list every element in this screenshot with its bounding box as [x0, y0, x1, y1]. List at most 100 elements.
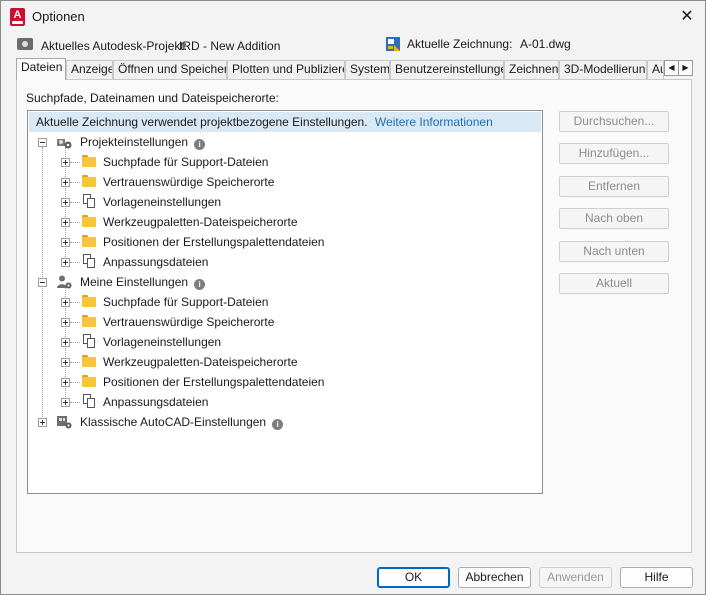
autocad-app-icon: A: [10, 8, 25, 26]
tree-node-label: Anpassungsdateien: [103, 395, 209, 409]
add-button[interactable]: Hinzufügen...: [559, 143, 669, 164]
tree-node-g2-customization-files[interactable]: Anpassungsdateien: [28, 392, 528, 412]
tree-header-notice: Aktuelle Zeichnung verwendet projektbezo…: [29, 112, 541, 132]
tab-plotten-publizieren[interactable]: Plotten und Publizieren: [227, 60, 345, 79]
tab-zeichnen[interactable]: Zeichnen: [504, 60, 559, 79]
info-icon[interactable]: i: [194, 279, 206, 290]
drawing-value: A-01.dwg: [520, 37, 571, 51]
tree-node-g1-customization-files[interactable]: Anpassungsdateien: [28, 252, 528, 272]
pages-icon: [83, 394, 96, 409]
tab-scroll-left-button[interactable]: ◀: [664, 60, 679, 76]
tree-node-label: Vorlageneinstellungen: [103, 335, 222, 349]
info-icon[interactable]: i: [194, 139, 206, 150]
pages-icon: [83, 334, 96, 349]
tree-node-g2-tool-palettes[interactable]: Werkzeugpaletten-Dateispeicherorte: [28, 352, 528, 372]
tree-node-label: Positionen der Erstellungspalettendateie…: [103, 375, 325, 389]
move-up-button[interactable]: Nach oben: [559, 208, 669, 229]
options-dialog: A Optionen ✕ Aktuelles Autodesk-Projekt:…: [0, 0, 706, 595]
move-down-button[interactable]: Nach unten: [559, 241, 669, 262]
tree-node-g2-trusted-locations[interactable]: Vertrauenswürdige Speicherorte: [28, 312, 528, 332]
ok-button[interactable]: OK: [377, 567, 450, 588]
tree-node-label: Suchpfade für Support-Dateien: [103, 295, 269, 309]
collapse-toggle[interactable]: [38, 138, 47, 147]
folder-icon: [82, 215, 96, 227]
browse-button[interactable]: Durchsuchen...: [559, 111, 669, 132]
tab-oeffnen-speichern[interactable]: Öffnen und Speichern: [113, 60, 227, 79]
tree-node-label: Klassische AutoCAD-Einstellungen: [80, 415, 267, 429]
tab-scroll-right-button[interactable]: ▶: [678, 60, 693, 76]
tree-node-label: Werkzeugpaletten-Dateispeicherorte: [103, 355, 298, 369]
tree-node-projekteinstellungen[interactable]: Projekteinstellungen i: [28, 132, 528, 152]
tree-line: [70, 302, 80, 303]
folder-icon: [82, 295, 96, 307]
close-button[interactable]: ✕: [675, 5, 699, 29]
tree-node-g1-tool-palettes[interactable]: Werkzeugpaletten-Dateispeicherorte: [28, 212, 528, 232]
window-title: Optionen: [32, 9, 85, 24]
expand-toggle[interactable]: [38, 418, 47, 427]
tree-node-label: Vertrauenswürdige Speicherorte: [103, 175, 275, 189]
tree-node-g1-support-paths[interactable]: Suchpfade für Support-Dateien: [28, 152, 528, 172]
apply-button[interactable]: Anwenden: [539, 567, 612, 588]
expand-toggle[interactable]: [61, 258, 70, 267]
project-value: IRD - New Addition: [179, 39, 281, 53]
expand-toggle[interactable]: [61, 358, 70, 367]
drawing-file-icon: [386, 37, 400, 51]
expand-toggle[interactable]: [61, 298, 70, 307]
folder-icon: [82, 235, 96, 247]
cancel-button[interactable]: Abbrechen: [458, 567, 531, 588]
more-info-link[interactable]: Weitere Informationen: [375, 115, 493, 129]
tree-node-meine-einstellungen[interactable]: Meine Einstellungen i: [28, 272, 528, 292]
set-current-button[interactable]: Aktuell: [559, 273, 669, 294]
tab-3d-modellierung[interactable]: 3D-Modellierung: [559, 60, 647, 79]
tree-node-label: Suchpfade für Support-Dateien: [103, 155, 269, 169]
expand-toggle[interactable]: [61, 238, 70, 247]
expand-toggle[interactable]: [61, 378, 70, 387]
tree-node-label: Projekteinstellungen: [80, 135, 189, 149]
tree-line: [70, 202, 80, 203]
tab-system[interactable]: System: [345, 60, 390, 79]
tree-node-g2-authoring-palettes[interactable]: Positionen der Erstellungspalettendateie…: [28, 372, 528, 392]
help-button[interactable]: Hilfe: [620, 567, 693, 588]
collapse-toggle[interactable]: [38, 278, 47, 287]
tab-strip: Dateien Anzeige Öffnen und Speichern Plo…: [16, 58, 696, 80]
tab-dateien[interactable]: Dateien: [16, 58, 66, 80]
tree-node-g1-template-settings[interactable]: Vorlageneinstellungen: [28, 192, 528, 212]
pages-icon: [83, 194, 96, 209]
remove-button[interactable]: Entfernen: [559, 176, 669, 197]
expand-toggle[interactable]: [61, 318, 70, 327]
tree-node-klassische-autocad[interactable]: Klassische AutoCAD-Einstellungen i: [28, 412, 528, 432]
tree-line: [70, 342, 80, 343]
tree-node-label: Positionen der Erstellungspalettendateie…: [103, 235, 325, 249]
info-icon[interactable]: i: [272, 419, 284, 430]
tree-line: [70, 382, 80, 383]
tree-node-label: Vorlageneinstellungen: [103, 195, 222, 209]
folder-icon: [82, 355, 96, 367]
tree-line: [70, 242, 80, 243]
folder-icon: [82, 155, 96, 167]
tree-node-g2-template-settings[interactable]: Vorlageneinstellungen: [28, 332, 528, 352]
project-info-row: Aktuelles Autodesk-Projekt: IRD - New Ad…: [1, 35, 705, 57]
expand-toggle[interactable]: [61, 338, 70, 347]
expand-toggle[interactable]: [61, 198, 70, 207]
tab-anzeige[interactable]: Anzeige: [66, 60, 113, 79]
tree-node-g2-support-paths[interactable]: Suchpfade für Support-Dateien: [28, 292, 528, 312]
file-paths-tree[interactable]: Aktuelle Zeichnung verwendet projektbezo…: [27, 110, 543, 494]
tree-line: [70, 262, 80, 263]
expand-toggle[interactable]: [61, 218, 70, 227]
tree-node-label: Anpassungsdateien: [103, 255, 209, 269]
tree-node-g1-authoring-palettes[interactable]: Positionen der Erstellungspalettendateie…: [28, 232, 528, 252]
expand-toggle[interactable]: [61, 158, 70, 167]
classic-settings-icon: [57, 416, 72, 429]
expand-toggle[interactable]: [61, 398, 70, 407]
tab-benutzereinstellungen[interactable]: Benutzereinstellungen: [390, 60, 504, 79]
tab-truncated[interactable]: Au: [647, 60, 664, 79]
tree-node-g1-trusted-locations[interactable]: Vertrauenswürdige Speicherorte: [28, 172, 528, 192]
pages-icon: [83, 254, 96, 269]
tree-line: [70, 362, 80, 363]
user-settings-icon: [57, 275, 72, 289]
expand-toggle[interactable]: [61, 178, 70, 187]
tree-line: [70, 162, 80, 163]
folder-icon: [82, 175, 96, 187]
project-icon: [17, 38, 33, 50]
tree-node-label: Werkzeugpaletten-Dateispeicherorte: [103, 215, 298, 229]
